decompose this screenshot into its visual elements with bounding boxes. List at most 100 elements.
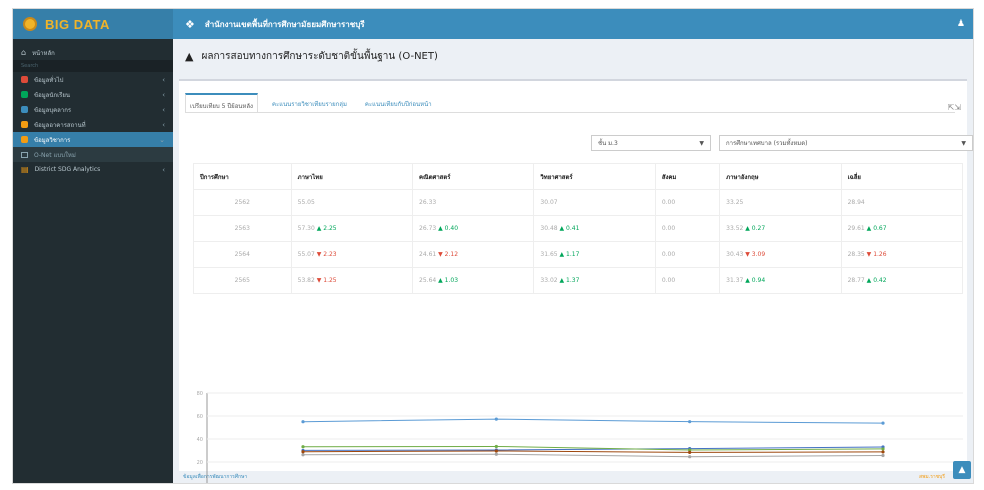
arrow-up-icon: ▲ [436, 225, 445, 232]
tab-vs-previous-year[interactable]: คะแนนเทียบกับปีก่อนหน้า [361, 93, 436, 112]
logo-coin-icon [23, 17, 37, 31]
series-point[interactable] [495, 483, 498, 484]
footer-left-text[interactable]: ข้อมูลเพื่อการพัฒนาการศึกษา [183, 473, 247, 481]
sidebar-subitem-onet[interactable]: O-Net แบบใหม่ [13, 147, 173, 162]
series-point[interactable] [881, 483, 884, 484]
table-header-cell: ภาษาไทย [290, 163, 414, 190]
table-header-cell: ปีการศึกษา [193, 163, 292, 190]
score-value: 31.37 [726, 277, 744, 284]
table-header-cell: ภาษาอังกฤษ [719, 163, 842, 190]
score-cell: 30.07 [533, 189, 656, 216]
series-point[interactable] [494, 452, 498, 456]
score-table: ปีการศึกษา ภาษาไทย คณิตศาสตร์ วิทยาศาสตร์ สั… [193, 163, 964, 294]
sidebar-item-home[interactable]: ⌂ หน้าหลัก [13, 45, 173, 60]
sidebar-item[interactable]: ข้อมูลนักเรียน ‹ [13, 87, 173, 102]
y-tick-label: 60 [197, 414, 203, 420]
menu-bullet-icon [21, 121, 28, 128]
sidebar-item[interactable]: ข้อมูลทั่วไป ‹ [13, 72, 173, 87]
arrow-down-icon: ▼ [314, 277, 324, 284]
series-point[interactable] [881, 450, 885, 454]
series-point[interactable] [688, 450, 692, 454]
square-icon [21, 151, 28, 158]
sidebar-menu: ข้อมูลทั่วไป ‹ ข้อมูลนักเรียน ‹ ข้อมูลบุคลาก… [13, 72, 173, 147]
menu-bullet-icon [21, 106, 28, 113]
tab-bar: เปรียบเทียบ 5 ปีย้อนหลัง คะแนนรายวิชาเที… [185, 93, 955, 113]
logo[interactable]: BIG DATA [13, 9, 173, 39]
series-point[interactable] [301, 420, 305, 424]
sidebar-item-analytics[interactable]: ▤ District SDG Analytics ‹ [13, 162, 173, 177]
top-bar: ❖ สำนักงานเขตพื้นที่การศึกษามัธยมศึกษารา… [173, 9, 973, 39]
school-select[interactable]: การศึกษาเทศบาล (รวมทั้งหมด) ▼ [719, 135, 973, 151]
series-point[interactable] [494, 444, 498, 449]
score-cell: 33.25 [719, 189, 842, 216]
grade-select[interactable]: ชั้น ม.3 ▼ [591, 135, 711, 151]
year-cell: 2565 [193, 267, 292, 294]
score-delta: 2.25 [323, 225, 337, 232]
score-value: 30.48 [540, 225, 558, 232]
sidebar-item-label: ข้อมูลทั่วไป [34, 76, 64, 84]
table-header-row: ปีการศึกษา ภาษาไทย คณิตศาสตร์ วิทยาศาสตร์ สั… [193, 163, 964, 190]
school-select-value: การศึกษาเทศบาล (รวมทั้งหมด) [726, 140, 808, 147]
sidebar-item[interactable]: ข้อมูลวิชาการ ⌄ [13, 132, 173, 147]
arrow-up-icon: ▲ [436, 277, 445, 284]
menu-bullet-icon [21, 76, 28, 83]
series-point[interactable] [881, 453, 885, 458]
y-tick-label: 0 [200, 483, 203, 484]
score-cell: 0.00 [654, 189, 721, 216]
series-point[interactable] [688, 483, 691, 484]
score-cell: 0.00 [654, 215, 721, 242]
series-point[interactable] [881, 447, 885, 451]
score-value: 55.05 [297, 199, 315, 206]
series-point[interactable] [301, 445, 305, 449]
series-point[interactable] [494, 417, 498, 421]
score-cell: 33.52 ▲ 0.27 [719, 215, 842, 242]
score-delta: 0.27 [751, 225, 766, 232]
user-icon[interactable]: ♟ [957, 19, 965, 29]
score-cell: 0.00 [654, 241, 721, 268]
score-cell: 57.30 ▲ 2.25 [290, 215, 414, 242]
score-cell: 28.94 [840, 189, 964, 216]
tab-subject-by-group[interactable]: คะแนนรายวิชาเทียบรายกลุ่ม [268, 93, 351, 112]
score-cell: 29.61 ▲ 0.67 [840, 215, 964, 242]
score-cell: 53.82 ▼ 1.25 [290, 267, 414, 294]
chevron-left-icon: ‹ [162, 105, 165, 114]
score-value: 55.07 [297, 251, 315, 258]
score-cell: 33.02 ▲ 1.37 [533, 267, 656, 294]
score-value: 28.35 [847, 251, 865, 258]
chart-icon: ▤ [21, 165, 29, 174]
tab-5-year-comparison[interactable]: เปรียบเทียบ 5 ปีย้อนหลัง [185, 93, 258, 112]
table-row: 2562 55.05 26.33 30.07 0.00 33.25 28.94 [193, 189, 964, 216]
scroll-to-top-button[interactable]: ▲ [953, 461, 971, 479]
score-cell: 31.37 ▲ 0.94 [719, 267, 842, 294]
series-line [302, 450, 884, 453]
y-tick-label: 80 [197, 391, 203, 397]
series-point[interactable] [688, 420, 692, 424]
score-value: 28.77 [847, 277, 865, 284]
series-point[interactable] [301, 483, 304, 484]
sidebar-section-header: Search [13, 60, 173, 72]
score-line-chart: 0 20 40 60 80 [197, 391, 963, 484]
series-point[interactable] [881, 421, 885, 425]
score-value: 33.25 [726, 199, 744, 206]
org-title: สำนักงานเขตพื้นที่การศึกษามัธยมศึกษาราชบ… [204, 19, 365, 29]
series-point[interactable] [494, 449, 498, 453]
sidebar-item-label: O-Net แบบใหม่ [34, 151, 76, 159]
menu-toggle-icon[interactable]: ❖ [185, 18, 195, 31]
table-header-cell: เฉลี่ย [840, 163, 964, 190]
score-value: 30.43 [726, 251, 744, 258]
score-delta: 1.37 [566, 277, 580, 284]
year-cell: 2562 [193, 189, 292, 216]
sidebar-item-label: หน้าหลัก [32, 49, 55, 57]
sidebar-item[interactable]: ข้อมูลบุคลากร ‹ [13, 102, 173, 117]
series-point[interactable] [301, 450, 305, 454]
score-value: 57.30 [297, 225, 315, 232]
arrow-up-icon: ▲ [557, 251, 567, 258]
score-delta: 1.25 [323, 277, 337, 284]
arrow-up-icon: ▲ [314, 225, 324, 232]
score-delta: 1.26 [873, 251, 887, 258]
score-cell: 55.05 [290, 189, 414, 216]
score-cell: 31.65 ▲ 1.17 [533, 241, 656, 268]
sidebar-item[interactable]: ข้อมูลอาคารสถานที่ ‹ [13, 117, 173, 132]
series-point[interactable] [301, 453, 305, 457]
series-point[interactable] [688, 455, 692, 459]
